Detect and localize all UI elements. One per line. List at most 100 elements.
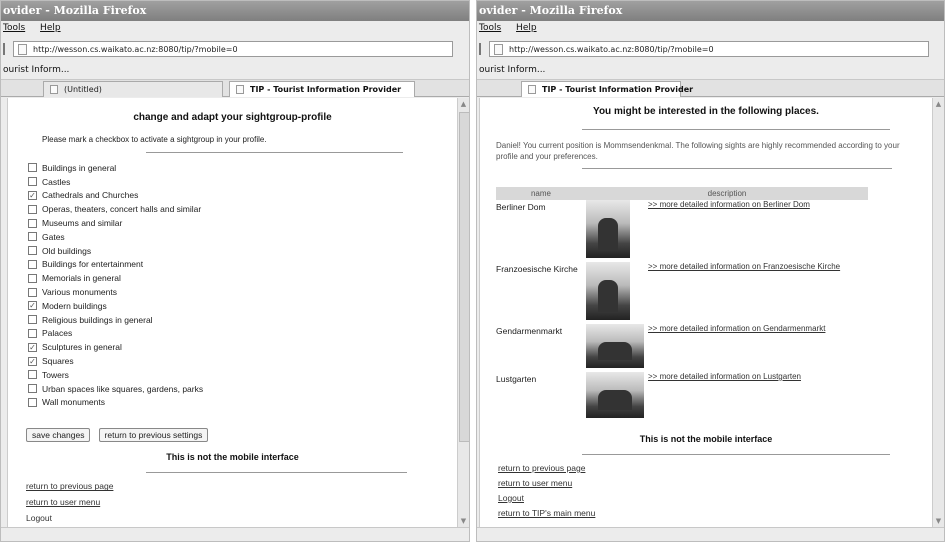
more-info-link[interactable]: >> more detailed information on Lustgart… [648,372,801,418]
sightgroup-label: Squares [42,356,74,367]
tab-untitled[interactable]: (Untitled) [43,81,223,97]
scroll-up-icon[interactable]: ▲ [933,98,944,110]
back-icon[interactable] [479,43,485,55]
menu-tools[interactable]: Tools [3,23,25,33]
sightgroup-checkbox[interactable] [28,246,37,256]
sightgroup-item[interactable]: ✓ Cathedrals and Churches [28,189,457,203]
address-text: http://wesson.cs.waikato.ac.nz:8080/tip/… [33,44,238,54]
divider [582,129,890,130]
back-icon[interactable] [3,43,9,55]
scroll-down-icon[interactable]: ▼ [458,515,469,527]
sightgroup-checkbox[interactable] [28,204,37,214]
table-row: Lustgarten >> more detailed information o… [496,372,868,422]
sightgroup-checkbox[interactable] [28,370,37,380]
sights-table-body: Berliner Dom >> more detailed information… [496,200,868,422]
button-row: save changes return to previous settings [26,423,457,443]
tab-tip[interactable]: TIP - Tourist Information Provider [521,81,693,97]
place-name: Gendarmenmarkt [496,326,563,336]
bookmark-item[interactable]: ourist Inform... [477,61,944,80]
bookmark-item[interactable]: ourist Inform... [1,61,469,80]
sightgroup-item[interactable]: Urban spaces like squares, gardens, park… [28,382,457,396]
return-to-previous-page-link[interactable]: return to previous page [26,481,457,491]
divider [582,168,892,169]
sightgroup-item[interactable]: Religious buildings in general [28,313,457,327]
more-info-link[interactable]: >> more detailed information on Berliner… [648,200,810,258]
sightgroup-item[interactable]: Gates [28,230,457,244]
recommendation-message: Daniel! You current position is Mommsend… [496,141,900,161]
sightgroup-checkbox[interactable] [28,177,37,187]
scrollbar[interactable]: ▲ ▼ [457,98,469,527]
page-icon [50,85,58,94]
scrollbar[interactable]: ▲ ▼ [932,98,944,527]
sightgroup-checkbox[interactable]: ✓ [28,356,37,366]
menu-help[interactable]: Help [516,23,537,33]
sightgroup-checkbox[interactable] [28,232,37,242]
divider [146,472,407,474]
sightgroup-label: Various monuments [42,287,117,298]
window-title: ovider - Mozilla Firefox [477,1,944,21]
sightgroup-item[interactable]: Operas, theaters, concert halls and simi… [28,202,457,216]
logout-link[interactable]: Logout [498,493,932,503]
tab-tip[interactable]: TIP - Tourist Information Provider [229,81,415,97]
logout-link[interactable]: Logout [26,513,457,523]
scroll-up-icon[interactable]: ▲ [458,98,469,110]
place-name: Berliner Dom [496,202,546,212]
menu-tools[interactable]: Tools [479,23,501,33]
not-mobile-notice: This is not the mobile interface [639,434,773,444]
sightgroup-label: Buildings for entertainment [42,259,144,270]
sightgroup-label: Operas, theaters, concert halls and simi… [42,204,202,215]
sightgroup-item[interactable]: Castles [28,175,457,189]
sightgroup-item[interactable]: Buildings in general [28,161,457,175]
sightgroup-item[interactable]: ✓ Sculptures in general [28,340,457,354]
sightgroup-checkbox[interactable]: ✓ [28,342,37,352]
sightgroup-item[interactable]: ✓ Squares [28,354,457,368]
save-changes-button[interactable]: save changes [26,428,91,443]
place-description: >> more detailed information on Berliner… [586,200,868,262]
sightgroup-item[interactable]: Towers [28,368,457,382]
tab-bar: TIP - Tourist Information Provider [477,80,944,97]
sightgroup-item[interactable]: Wall monuments [28,396,457,410]
sightgroup-item[interactable]: Buildings for entertainment [28,258,457,272]
sightgroup-checkbox[interactable]: ✓ [28,190,37,200]
sightgroup-checkbox[interactable] [28,328,37,338]
more-info-link[interactable]: >> more detailed information on Gendarme… [648,324,825,368]
sightgroup-item[interactable]: Palaces [28,327,457,341]
place-description: >> more detailed information on Lustgart… [586,372,868,422]
sightgroup-checkbox[interactable] [28,384,37,394]
place-photo [586,200,630,258]
sightgroup-item[interactable]: Museums and similar [28,216,457,230]
more-info-link[interactable]: >> more detailed information on Franzoes… [648,262,840,320]
sightgroup-item[interactable]: Various monuments [28,285,457,299]
return-to-user-menu-link[interactable]: return to user menu [26,497,457,507]
not-mobile-notice: This is not the mobile interface [166,452,299,463]
return-to-main-menu-link[interactable]: return to TIP's main menu [498,508,932,518]
sightgroup-checkbox[interactable] [28,218,37,228]
return-to-previous-page-link[interactable]: return to previous page [498,463,932,473]
sightgroup-checkbox[interactable] [28,397,37,407]
return-to-previous-settings-button[interactable]: return to previous settings [98,428,209,443]
sightgroup-checkbox[interactable] [28,315,37,325]
column-header-description: description [586,187,868,200]
page-title: change and adapt your sightgroup-profile [133,112,332,123]
sightgroup-checkbox[interactable] [28,163,37,173]
sightgroup-checkbox[interactable] [28,273,37,283]
sightgroup-checkbox[interactable] [28,259,37,269]
scroll-down-icon[interactable]: ▼ [933,515,944,527]
sightgroup-checkbox[interactable]: ✓ [28,301,37,311]
menu-help[interactable]: Help [40,23,61,33]
address-field[interactable]: http://wesson.cs.waikato.ac.nz:8080/tip/… [489,41,929,57]
divider [146,152,403,153]
sightgroup-item[interactable]: ✓ Modern buildings [28,299,457,313]
place-description: >> more detailed information on Franzoes… [586,262,868,324]
tab-label: (Untitled) [64,85,102,94]
address-field[interactable]: http://wesson.cs.waikato.ac.nz:8080/tip/… [13,41,453,57]
sights-table: name description Berliner Dom >> more det… [496,187,868,422]
instruction-text: Please mark a checkbox to activate a sig… [42,135,267,144]
sightgroup-item[interactable]: Old buildings [28,244,457,258]
return-to-user-menu-link[interactable]: return to user menu [498,478,932,488]
sightgroup-label: Memorials in general [42,273,121,284]
sightgroup-checkbox[interactable] [28,287,37,297]
sightgroup-item[interactable]: Memorials in general [28,271,457,285]
scroll-thumb[interactable] [459,112,469,442]
sightgroup-label: Religious buildings in general [42,314,153,325]
